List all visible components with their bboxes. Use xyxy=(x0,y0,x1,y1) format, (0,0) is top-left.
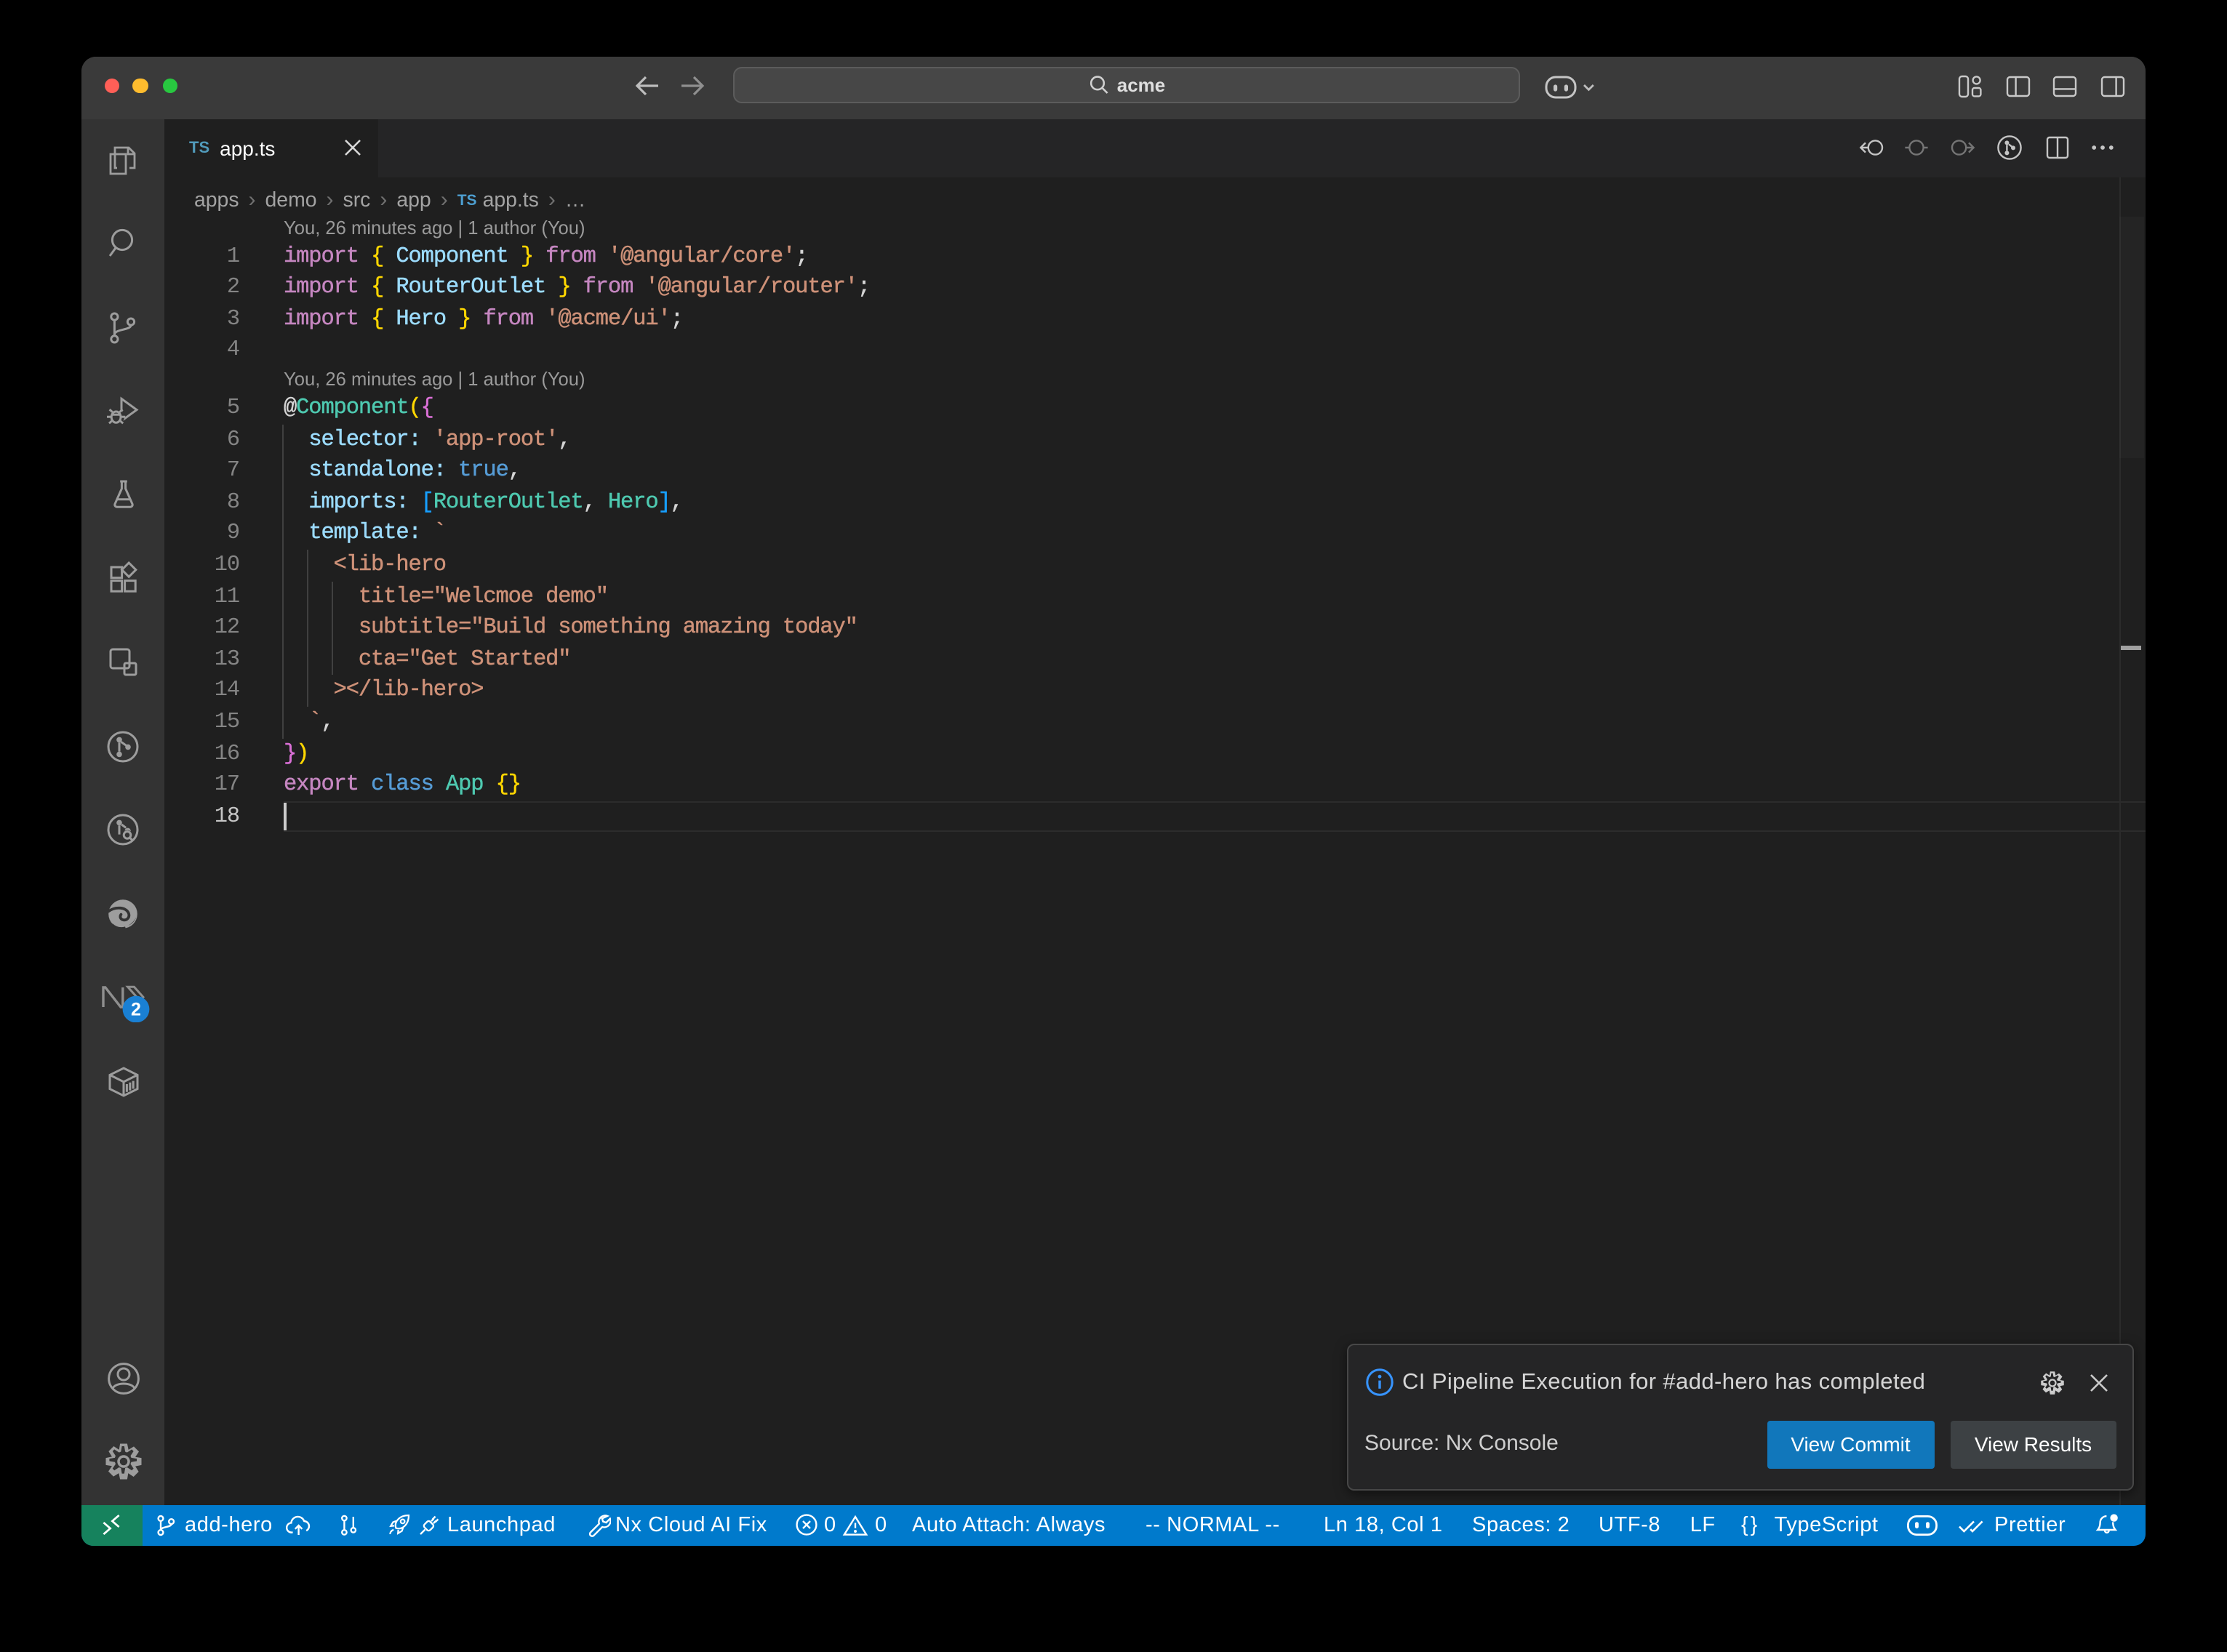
svg-text:2: 2 xyxy=(130,1000,140,1020)
